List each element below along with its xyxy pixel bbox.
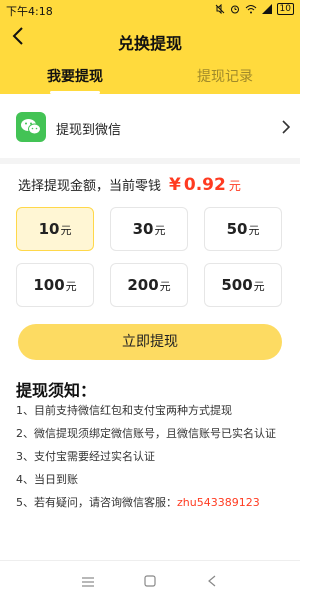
- amount-option-200[interactable]: 200 元: [110, 263, 188, 307]
- withdraw-now-button[interactable]: 立即提现: [18, 324, 282, 360]
- status-bar: 下午4:18 10: [0, 0, 300, 20]
- amount-option-100[interactable]: 100 元: [16, 263, 94, 307]
- amount-option-value: 10: [38, 220, 60, 238]
- chevron-right-icon: [282, 119, 291, 138]
- balance-value: 0.92: [183, 175, 226, 195]
- balance-unit: 元: [228, 179, 241, 193]
- amount-prompt: 选择提现金额，当前零钱: [18, 179, 162, 194]
- status-icons: 10: [215, 3, 294, 15]
- system-nav-bar: [0, 560, 300, 601]
- section-divider: [0, 158, 300, 164]
- note-item: 2、微信提现须绑定微信账号，且微信账号已实名认证: [16, 427, 276, 440]
- amount-option-unit: 元: [60, 224, 72, 237]
- header: 下午4:18 10 兑换提现 我要提现 提现记录: [0, 0, 300, 94]
- battery-icon: 10: [276, 3, 294, 15]
- currency-symbol: ¥: [169, 175, 181, 195]
- wechat-icon: [16, 112, 46, 142]
- withdraw-method-label: 提现到微信: [56, 123, 122, 138]
- note-item: 1、目前支持微信红包和支付宝两种方式提现: [16, 404, 232, 417]
- back-arrow-icon: [208, 572, 216, 591]
- home-square-icon: [144, 572, 156, 591]
- amount-option-value: 50: [226, 220, 248, 238]
- wifi-icon: [245, 4, 257, 14]
- amount-option-value: 30: [132, 220, 154, 238]
- page-title: 兑换提现: [117, 34, 182, 53]
- nav-bar: 兑换提现: [0, 22, 300, 56]
- amount-option-50[interactable]: 50 元: [204, 207, 282, 251]
- tab-withdraw[interactable]: 我要提现: [0, 66, 150, 86]
- status-time: 下午4:18: [6, 5, 53, 18]
- menu-icon: [82, 572, 94, 591]
- amount-option-10[interactable]: 10 元: [16, 207, 94, 251]
- tab-bar: 我要提现 提现记录: [0, 64, 300, 94]
- tab-active-indicator: [50, 91, 100, 94]
- notes-list: 1、目前支持微信红包和支付宝两种方式提现 2、微信提现须绑定微信账号，且微信账号…: [16, 403, 292, 518]
- system-menu-button[interactable]: [80, 573, 96, 589]
- note-item-contact: 5、若有疑问，请咨询微信客服：zhu543389123: [16, 495, 292, 518]
- withdraw-method-row[interactable]: 提现到微信: [0, 102, 300, 152]
- alarm-icon: [230, 4, 240, 14]
- amount-prompt-line: 选择提现金额，当前零钱 ¥ 0.92 元: [18, 175, 288, 197]
- amount-option-unit: 元: [159, 280, 171, 293]
- amount-option-value: 100: [33, 276, 65, 294]
- customer-service-id[interactable]: zhu543389123: [177, 496, 260, 509]
- system-back-button[interactable]: [204, 573, 220, 589]
- amount-option-30[interactable]: 30 元: [110, 207, 188, 251]
- note-item: 4、当日到账: [16, 473, 78, 486]
- amount-option-unit: 元: [248, 224, 260, 237]
- tab-withdraw-records[interactable]: 提现记录: [150, 66, 300, 86]
- system-home-button[interactable]: [142, 573, 158, 589]
- amount-option-500[interactable]: 500 元: [204, 263, 282, 307]
- signal-icon: [261, 4, 272, 14]
- amount-option-unit: 元: [154, 224, 166, 237]
- note-item: 3、支付宝需要经过实名认证: [16, 450, 155, 463]
- amount-option-unit: 元: [253, 280, 265, 293]
- amount-option-value: 200: [127, 276, 159, 294]
- contact-prefix: 5、若有疑问，请咨询微信客服：: [16, 496, 177, 509]
- amount-option-value: 500: [221, 276, 253, 294]
- mute-icon: [215, 4, 225, 14]
- amount-option-unit: 元: [65, 280, 77, 293]
- notes-title: 提现须知：: [16, 381, 97, 400]
